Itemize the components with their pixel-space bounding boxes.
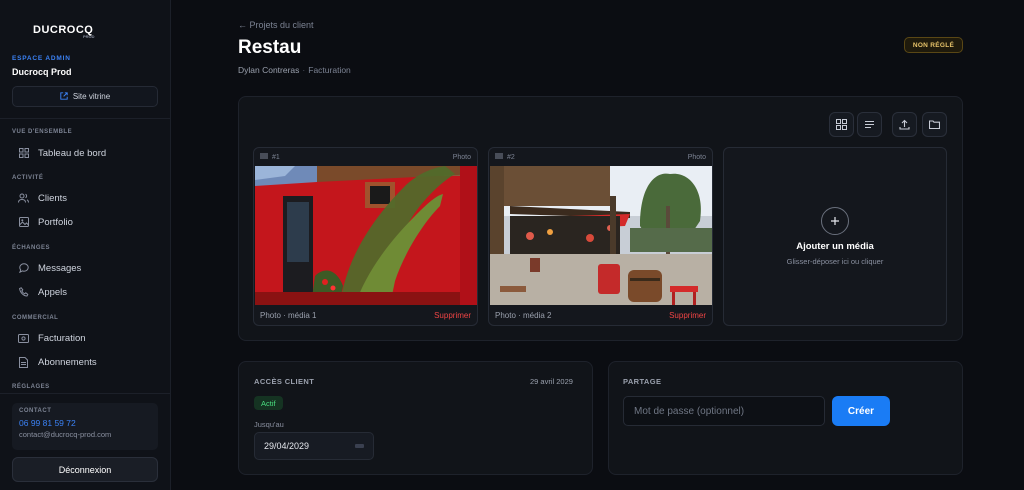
expiry-date-field[interactable]: 29/04/2029 — [254, 432, 374, 460]
drag-handle-icon[interactable] — [495, 153, 503, 161]
media-thumbnail[interactable] — [490, 166, 712, 305]
plus-icon — [821, 207, 849, 235]
admin-name: Ducrocq Prod — [12, 67, 72, 77]
add-media-dropzone[interactable]: Ajouter un média Glisser-déposer ici ou … — [723, 147, 947, 326]
sidebar-item-subscriptions[interactable]: Abonnements — [12, 353, 162, 371]
logo[interactable]: DUCROCQ PROD — [33, 24, 95, 39]
section-title: ÉCHANGES — [12, 245, 51, 251]
contact-title: CONTACT — [19, 408, 52, 414]
sidebar-item-messages[interactable]: Messages — [12, 259, 162, 277]
admin-space-label: ESPACE ADMIN — [12, 55, 71, 62]
create-share-button[interactable]: Créer — [832, 396, 890, 426]
add-media-title: Ajouter un média — [796, 241, 874, 252]
sidebar-item-clients[interactable]: Clients — [12, 189, 162, 207]
media-card-footer: Photo · média 1 Supprimer — [254, 305, 477, 325]
upload-button[interactable] — [892, 112, 917, 137]
billing-icon — [18, 333, 29, 344]
chat-icon — [18, 263, 29, 274]
sidebar-item-billing[interactable]: Facturation — [12, 329, 162, 347]
sidebar-item-dashboard[interactable]: Tableau de bord — [12, 144, 162, 162]
status-badge: NON RÉGLÉ — [904, 37, 963, 53]
image-icon — [18, 217, 29, 228]
password-input[interactable] — [623, 396, 825, 426]
app: DUCROCQ PROD ESPACE ADMIN Ducrocq Prod Si… — [0, 0, 1024, 490]
site-vitrine-button[interactable]: Site vitrine — [12, 86, 158, 107]
media-caption: Photo · média 2 — [495, 310, 552, 320]
upload-icon — [899, 119, 910, 130]
folder-button[interactable] — [922, 112, 947, 137]
media-card-footer: Photo · média 2 Supprimer — [489, 305, 712, 325]
media-card-header: #2 Photo — [489, 148, 712, 166]
grid-icon — [18, 148, 29, 159]
media-thumbnail[interactable] — [255, 166, 477, 305]
sidebar-divider — [0, 118, 171, 119]
contact-email[interactable]: contact@ducrocq-prod.com — [19, 430, 151, 439]
status-badge: Actif — [254, 396, 283, 410]
media-index: #1 — [272, 153, 280, 161]
media-type: Photo — [452, 153, 471, 161]
until-label: Jusqu'au — [254, 420, 284, 429]
sidebar-item-portfolio[interactable]: Portfolio — [12, 213, 162, 231]
page-title: Restau — [238, 37, 302, 58]
client-access-title: ACCÈS CLIENT — [254, 377, 315, 386]
section-title: ACTIVITÉ — [12, 175, 44, 181]
grid-view-button[interactable] — [829, 112, 854, 137]
access-date: 29 avril 2029 — [530, 377, 573, 386]
document-icon — [18, 356, 29, 368]
media-card[interactable]: #1 Photo Photo · média 1 Supprimer — [253, 147, 478, 326]
calendar-icon[interactable] — [355, 444, 364, 448]
back-link[interactable]: ← Projets du client — [238, 20, 314, 30]
section-title: RÉGLAGES — [12, 384, 50, 390]
media-card[interactable]: #2 Photo Photo · média 2 Supprimer — [488, 147, 713, 326]
list-view-button[interactable] — [857, 112, 882, 137]
folder-icon — [929, 120, 940, 130]
logout-button[interactable]: Déconnexion — [12, 457, 158, 482]
media-index: #2 — [507, 153, 515, 161]
sidebar: DUCROCQ PROD ESPACE ADMIN Ducrocq Prod Si… — [0, 0, 171, 490]
category-label: Facturation — [308, 65, 351, 75]
share-title: PARTAGE — [623, 377, 662, 386]
media-caption: Photo · média 1 — [260, 310, 317, 320]
drag-handle-icon[interactable] — [260, 153, 268, 161]
contact-box: CONTACT 06 99 81 59 72 contact@ducrocq-p… — [12, 403, 158, 450]
grid-view-icon — [836, 119, 847, 130]
section-title: VUE D'ENSEMBLE — [12, 129, 73, 135]
sidebar-divider — [0, 393, 171, 394]
section-title: COMMERCIAL — [12, 315, 59, 321]
phone-icon — [18, 287, 29, 298]
delete-media-button[interactable]: Supprimer — [669, 311, 706, 320]
media-type: Photo — [687, 153, 706, 161]
client-name: Dylan Contreras — [238, 65, 300, 75]
contact-phone[interactable]: 06 99 81 59 72 — [19, 418, 151, 428]
external-link-icon — [60, 91, 68, 102]
page-subtitle: Dylan Contreras · Facturation — [238, 65, 351, 75]
list-view-icon — [865, 120, 874, 129]
add-media-hint: Glisser-déposer ici ou cliquer — [786, 257, 884, 266]
media-card-header: #1 Photo — [254, 148, 477, 166]
users-icon — [18, 193, 29, 204]
sidebar-item-calls[interactable]: Appels — [12, 283, 162, 301]
delete-media-button[interactable]: Supprimer — [434, 311, 471, 320]
